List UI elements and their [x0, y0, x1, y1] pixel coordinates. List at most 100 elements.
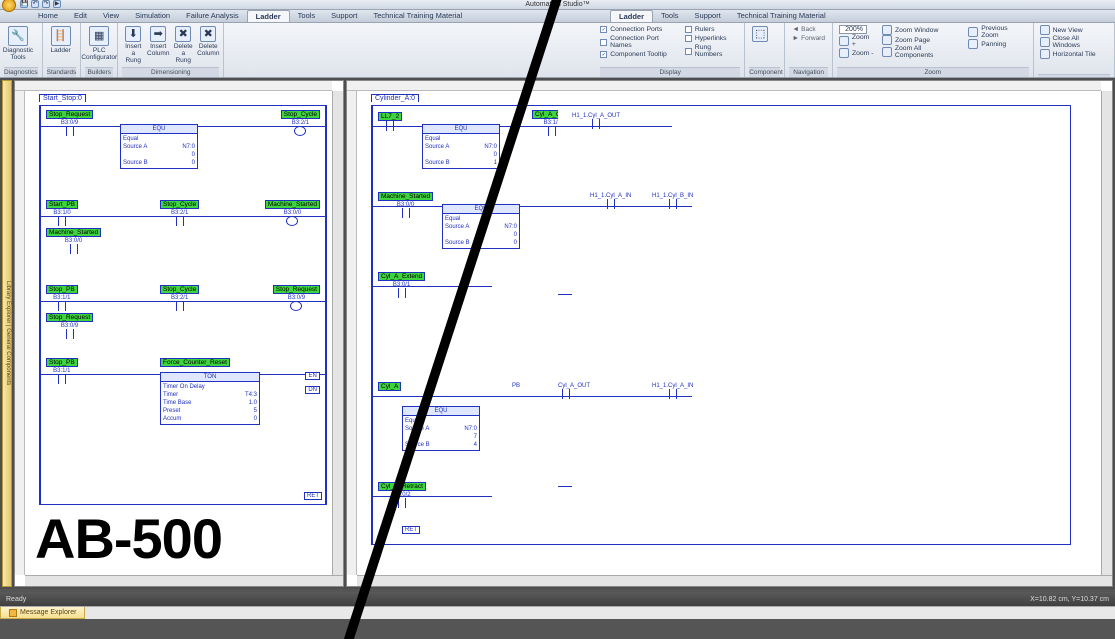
- scrollbar-v[interactable]: [332, 91, 343, 575]
- tab-training[interactable]: Technical Training Material: [729, 10, 834, 22]
- tab-ladder[interactable]: Ladder: [610, 10, 653, 22]
- component-icon: ⬚: [752, 26, 768, 42]
- chk-tooltip[interactable]: ✓Component Tooltip: [600, 50, 682, 59]
- tab-simulation[interactable]: Simulation: [127, 10, 178, 22]
- nav-back-button[interactable]: ◄ Back: [789, 25, 818, 34]
- ribbon-tabs: Home Edit View Simulation Failure Analys…: [0, 10, 558, 23]
- zoom-window-icon: [882, 25, 892, 35]
- qat-redo-icon[interactable]: ↷: [42, 0, 50, 8]
- plc-configurator-button[interactable]: ▦ PLC Configurator: [85, 25, 113, 62]
- zoom-all-button[interactable]: Zoom All Components: [880, 45, 963, 59]
- tab-failure[interactable]: Failure Analysis: [178, 10, 247, 22]
- tab-training[interactable]: Technical Training Material: [365, 10, 470, 22]
- zoom-page-button[interactable]: Zoom Page: [880, 35, 963, 45]
- delete-row-icon: ✖: [175, 26, 191, 42]
- workspace: Library Explorer | General Components St…: [0, 78, 558, 589]
- new-view-button[interactable]: New View: [1038, 25, 1085, 35]
- ton-block[interactable]: TON Timer On Delay TimerT4:3 Time Base1.…: [160, 372, 260, 425]
- left-instance: 💾 ↶ ↷ ▶ Automation Studio™ Home Edit Vie…: [0, 0, 558, 619]
- program-start-stop[interactable]: Start_Stop:0 Stop_Request B3:0/9 EQU Equ…: [39, 105, 327, 505]
- pan-icon: [968, 39, 978, 49]
- zoom-out-icon: [839, 48, 849, 58]
- scrollbar-h[interactable]: [25, 575, 343, 586]
- group-dimensioning: ⬇ Insert a Rung ➡ Insert Column ✖ Delete…: [118, 23, 224, 77]
- delete-column-button[interactable]: ✖ Delete Column: [197, 25, 219, 58]
- arrow-left-icon: ◄: [792, 26, 799, 33]
- ladder-icon: 🪜: [51, 26, 71, 46]
- zoom-window-button[interactable]: Zoom Window: [880, 25, 963, 35]
- status-text: Ready: [6, 596, 26, 603]
- tab-view[interactable]: View: [95, 10, 127, 22]
- chk-port-names[interactable]: Connection Port Names: [600, 34, 682, 50]
- panning-button[interactable]: Panning: [966, 39, 1028, 49]
- close-all-button[interactable]: Close All Windows: [1038, 35, 1110, 49]
- nav-forward-button[interactable]: ► Forward: [789, 34, 828, 43]
- wrench-icon: 🔧: [8, 26, 28, 46]
- tab-home[interactable]: Home: [30, 10, 66, 22]
- library-explorer-pane[interactable]: Library Explorer | General Components: [2, 80, 12, 587]
- zoom-out-button[interactable]: Zoom -: [837, 48, 877, 58]
- canvas-cylinder-a-5000[interactable]: Cylinder_A:0 LL31_3 EQU Equal Source A.C…: [558, 80, 1114, 587]
- close-all-icon: [1040, 37, 1050, 47]
- group-component: ⬚ Component: [745, 23, 785, 77]
- qat-play-icon[interactable]: ▶: [53, 0, 61, 8]
- group-view-options: New View Close All Windows Horizontal Ti…: [1034, 23, 1115, 77]
- ladder-button[interactable]: 🪜 Ladder: [47, 25, 75, 55]
- program-header: Start_Stop:0: [39, 94, 86, 102]
- component-button[interactable]: ⬚: [749, 25, 771, 44]
- insert-row-icon: ⬇: [125, 26, 141, 42]
- group-diagnostics: 🔧 Diagnostic Tools Diagnostics: [0, 23, 43, 77]
- status-bar: Ready: [0, 592, 558, 606]
- ruler-v: [15, 91, 25, 575]
- ret-instruction[interactable]: RET: [304, 492, 322, 500]
- message-bar: Message Explorer: [0, 606, 558, 619]
- previous-zoom-button[interactable]: Previous Zoom: [966, 25, 1028, 39]
- message-explorer-tab[interactable]: Message Explorer: [0, 607, 85, 619]
- chk-rung-numbers[interactable]: Rung Numbers: [685, 43, 740, 59]
- horizontal-tile-button[interactable]: Horizontal Tile: [1038, 49, 1098, 59]
- chk-connection-ports[interactable]: ✓Connection Ports: [600, 25, 682, 34]
- chk-rulers[interactable]: Rulers: [685, 25, 740, 34]
- new-view-icon: [1040, 25, 1050, 35]
- qat-save-icon[interactable]: 💾: [20, 0, 28, 8]
- grid-icon: ▦: [89, 26, 109, 46]
- title-bar: 💾 ↶ ↷ ▶ Automation Studio™: [0, 0, 558, 10]
- group-standards: 🪜 Ladder Standards: [43, 23, 82, 77]
- tab-support[interactable]: Support: [323, 10, 365, 22]
- prev-zoom-icon: [968, 27, 978, 37]
- xic-contact[interactable]: [55, 216, 69, 226]
- ribbon: 🔧 Diagnostic Tools Diagnostics 🪜 Ladder …: [0, 23, 558, 78]
- message-icon: [9, 609, 17, 617]
- qat-undo-icon[interactable]: ↶: [31, 0, 39, 8]
- tab-edit[interactable]: Edit: [66, 10, 95, 22]
- group-zoom: 200% Zoom + Zoom - Zoom Window Zoom Pa: [833, 23, 1034, 77]
- insert-col-icon: ➡: [150, 26, 166, 42]
- zoom-page-icon: [882, 35, 892, 45]
- group-display: ✓Connection Ports Connection Port Names …: [596, 23, 745, 77]
- zoom-in-icon: [839, 36, 849, 46]
- tag[interactable]: Stop_Request: [46, 110, 93, 119]
- diagnostic-tools-button[interactable]: 🔧 Diagnostic Tools: [4, 25, 32, 62]
- tab-support[interactable]: Support: [687, 10, 729, 22]
- group-navigation: ◄ Back ► Forward Navigation: [785, 23, 833, 77]
- tab-tools[interactable]: Tools: [290, 10, 324, 22]
- canvas-start-stop[interactable]: Start_Stop:0 Stop_Request B3:0/9 EQU Equ…: [14, 80, 344, 587]
- tab-tools[interactable]: Tools: [653, 10, 687, 22]
- xio-contact[interactable]: [63, 126, 77, 136]
- chk-hyperlinks[interactable]: Hyperlinks: [685, 34, 740, 43]
- status-coords: X=10.82 cm, Y=10.37 cm: [1030, 596, 1109, 603]
- quick-access-toolbar: 💾 ↶ ↷ ▶: [20, 0, 61, 8]
- tile-icon: [1040, 49, 1050, 59]
- zoom-all-icon: [882, 47, 892, 57]
- equ-block[interactable]: EQU Equal Source AN7:0 0 Source B0: [120, 124, 198, 169]
- group-builders: ▦ PLC Configurator Builders: [81, 23, 118, 77]
- delete-rung-button[interactable]: ✖ Delete a Rung: [172, 25, 194, 65]
- ote-coil[interactable]: [294, 126, 306, 136]
- zoom-in-button[interactable]: Zoom +: [837, 34, 877, 48]
- overlay-label-ab500: AB-500: [35, 506, 222, 571]
- zoom-percent[interactable]: 200%: [839, 25, 867, 34]
- insert-rung-button[interactable]: ⬇ Insert a Rung: [122, 25, 144, 65]
- tab-ladder[interactable]: Ladder: [247, 10, 290, 22]
- arrow-right-icon: ►: [792, 35, 799, 42]
- insert-column-button[interactable]: ➡ Insert Column: [147, 25, 169, 58]
